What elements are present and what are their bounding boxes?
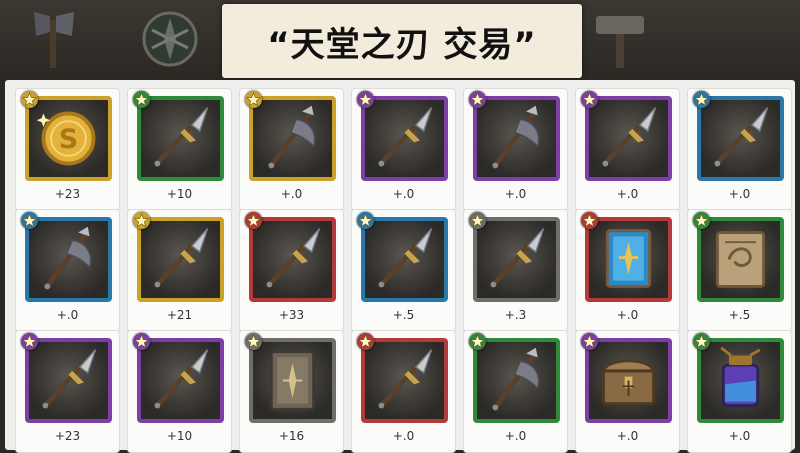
rarity-star-icon <box>245 212 262 229</box>
rarity-star-icon <box>469 333 486 350</box>
item-count: +.5 <box>392 308 415 322</box>
item-frame[interactable] <box>249 338 336 423</box>
inventory-slot[interactable]: +.0 <box>463 88 568 211</box>
rarity-star-icon <box>245 91 262 108</box>
top-strip: “天堂之刃 交易” <box>0 0 800 84</box>
item-frame[interactable] <box>249 217 336 302</box>
item-count: +.0 <box>56 308 79 322</box>
item-frame[interactable]: S <box>25 96 112 181</box>
item-frame[interactable] <box>137 96 224 181</box>
rarity-star-icon <box>245 333 262 350</box>
inventory-slot[interactable]: +.0 <box>687 88 792 211</box>
inventory-slot[interactable]: +.5 <box>687 209 792 332</box>
rarity-star-icon <box>581 333 598 350</box>
item-frame[interactable] <box>585 338 672 423</box>
rarity-star-icon <box>357 212 374 229</box>
axe-icon[interactable] <box>22 6 82 72</box>
inventory-slot[interactable]: +.0 <box>463 330 568 453</box>
rarity-star-icon <box>21 333 38 350</box>
inventory-slot[interactable]: +.3 <box>463 209 568 332</box>
inventory-slot[interactable]: +33 <box>239 209 344 332</box>
item-frame[interactable] <box>473 338 560 423</box>
inventory-slot[interactable]: +.0 <box>575 330 680 453</box>
item-frame[interactable] <box>585 96 672 181</box>
inventory-slot[interactable]: +.0 <box>575 209 680 332</box>
rarity-star-icon <box>357 333 374 350</box>
rarity-star-icon <box>693 333 710 350</box>
item-frame[interactable] <box>697 338 784 423</box>
rarity-star-icon <box>357 91 374 108</box>
item-count: +10 <box>166 187 193 201</box>
inventory-slot[interactable]: +10 <box>127 88 232 211</box>
item-frame[interactable] <box>361 96 448 181</box>
inventory-slot[interactable]: S +23 <box>15 88 120 211</box>
item-frame[interactable] <box>697 96 784 181</box>
item-count: +23 <box>54 429 81 443</box>
rarity-star-icon <box>693 212 710 229</box>
item-count: +33 <box>278 308 305 322</box>
inventory-slot[interactable]: +.0 <box>351 330 456 453</box>
item-count: +.0 <box>728 187 751 201</box>
inventory-slot[interactable]: +21 <box>127 209 232 332</box>
item-frame[interactable] <box>137 217 224 302</box>
item-count: +.0 <box>616 308 639 322</box>
item-frame[interactable] <box>249 96 336 181</box>
svg-text:S: S <box>59 124 78 155</box>
inventory-slot[interactable]: +.0 <box>575 88 680 211</box>
inventory-slot[interactable]: +.0 <box>351 88 456 211</box>
item-frame[interactable] <box>473 96 560 181</box>
emblem-icon[interactable] <box>140 6 200 72</box>
rarity-star-icon <box>581 212 598 229</box>
item-count: +10 <box>166 429 193 443</box>
item-count: +.0 <box>280 187 303 201</box>
item-count: +.0 <box>616 187 639 201</box>
rarity-star-icon <box>133 91 150 108</box>
item-frame[interactable] <box>585 217 672 302</box>
inventory-slot[interactable]: +.5 <box>351 209 456 332</box>
inventory-slot[interactable]: +23 <box>15 330 120 453</box>
rarity-star-icon <box>469 212 486 229</box>
item-count: +.0 <box>504 429 527 443</box>
item-frame[interactable] <box>361 217 448 302</box>
inventory-slot[interactable]: +.0 <box>687 330 792 453</box>
item-frame[interactable] <box>473 217 560 302</box>
hammer-icon[interactable] <box>590 6 650 72</box>
item-frame[interactable] <box>25 217 112 302</box>
rarity-star-icon <box>469 91 486 108</box>
inventory-slot[interactable]: +.0 <box>239 88 344 211</box>
item-frame[interactable] <box>361 338 448 423</box>
inventory-slot[interactable]: +16 <box>239 330 344 453</box>
item-count: +.0 <box>504 187 527 201</box>
item-count: +23 <box>54 187 81 201</box>
inventory-slot[interactable]: +.0 <box>15 209 120 332</box>
item-frame[interactable] <box>25 338 112 423</box>
page-title: “天堂之刃 交易” <box>267 24 537 65</box>
item-count: +.0 <box>728 429 751 443</box>
item-frame[interactable] <box>137 338 224 423</box>
rarity-star-icon <box>21 212 38 229</box>
rarity-star-icon <box>133 333 150 350</box>
item-count: +16 <box>278 429 305 443</box>
item-frame[interactable] <box>697 217 784 302</box>
item-count: +.3 <box>504 308 527 322</box>
inventory-slot[interactable]: +10 <box>127 330 232 453</box>
inventory-grid: S +23 +10 +.0 +.0 +.0 +.0 +.0 +.0 +21 +33 +.5 +.3 +.0… <box>5 80 795 453</box>
rarity-star-icon <box>133 212 150 229</box>
rarity-star-icon <box>693 91 710 108</box>
item-count: +21 <box>166 308 193 322</box>
item-count: +.5 <box>728 308 751 322</box>
rarity-star-icon <box>581 91 598 108</box>
rarity-star-icon <box>21 91 38 108</box>
item-count: +.0 <box>392 429 415 443</box>
item-count: +.0 <box>392 187 415 201</box>
title-banner: “天堂之刃 交易” <box>222 4 582 78</box>
item-count: +.0 <box>616 429 639 443</box>
